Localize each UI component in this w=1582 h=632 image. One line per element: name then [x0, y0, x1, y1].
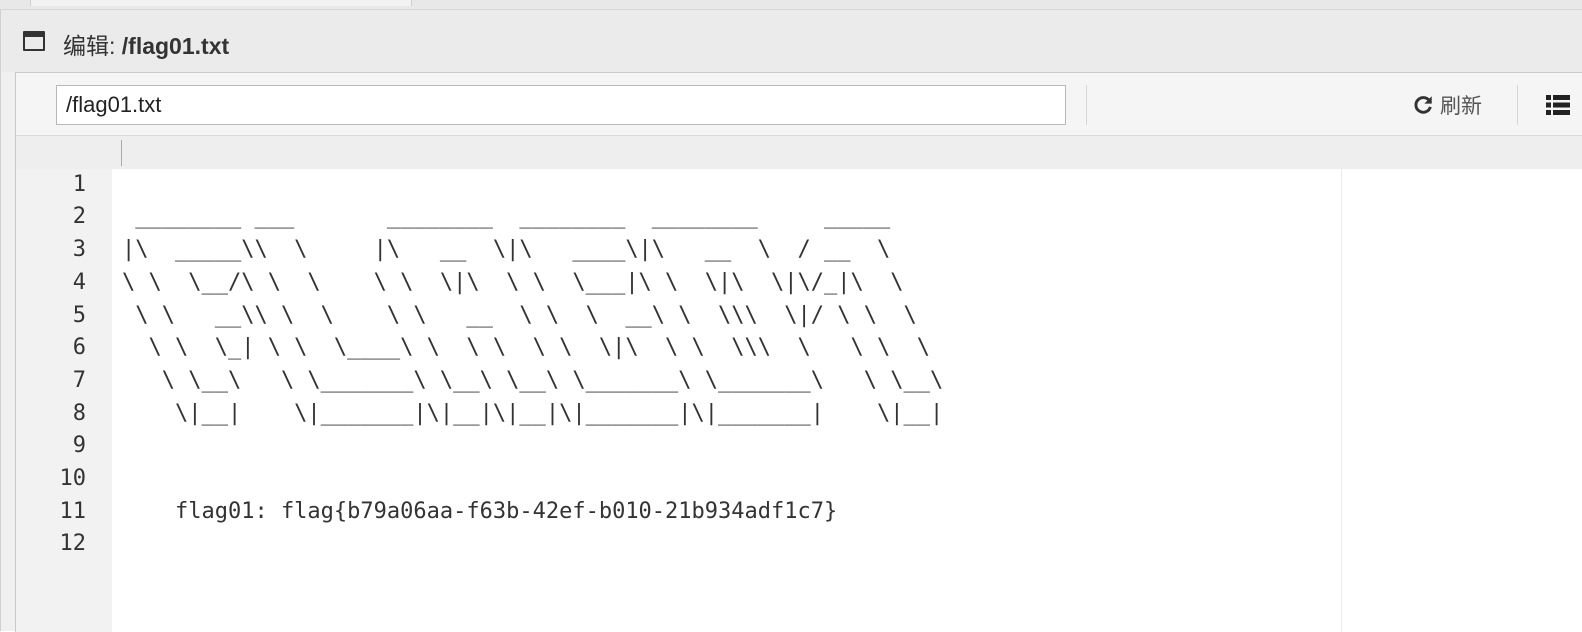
editor-line[interactable]: 11 — [16, 463, 1582, 524]
editor-frame: 刷新 1 ________ ___ ________ __ — [15, 72, 1582, 632]
editor-line[interactable]: 4 \ \ __\\ \ \ \ \ __ \ \ \ __\ \ \\\ \|… — [16, 234, 1582, 328]
dialog-title-bar[interactable]: 编辑: /flag01.txt — [1, 10, 1582, 72]
text-cursor — [121, 140, 122, 166]
dialog-title-path: /flag01.txt — [121, 33, 230, 59]
code-editor[interactable]: 1 ________ ___ ________ ________ _______… — [16, 136, 1582, 632]
editor-line[interactable]: 6 \ \__\ \ \_______\ \__\ \__\ \_______\… — [16, 300, 1582, 393]
editor-line[interactable]: 1 ________ ___ ________ ________ _______… — [16, 136, 1582, 229]
line-number: 12 — [59, 531, 87, 557]
dialog-title: 编辑: /flag01.txt — [63, 27, 229, 61]
dialog-title-prefix: 编辑: — [63, 33, 122, 59]
editor-dialog: 编辑: /flag01.txt 刷新 — [0, 10, 1582, 632]
editor-line[interactable]: 10 flag01: flag{b79a06aa-f63b-42ef-b010-… — [16, 430, 1582, 524]
refresh-icon — [1412, 94, 1434, 116]
editor-line[interactable]: 8 — [16, 365, 1582, 426]
list-icon[interactable] — [1546, 95, 1570, 119]
refresh-label: 刷新 — [1440, 95, 1482, 118]
window-icon — [23, 31, 45, 51]
top-tab-strip — [0, 0, 1582, 10]
refresh-button[interactable]: 刷新 — [1412, 87, 1482, 123]
file-path-input[interactable] — [56, 85, 1066, 125]
background-tab[interactable] — [30, 0, 412, 6]
editor-line[interactable]: 3 \ \ \__/\ \ \ \ \ \|\ \ \ \___|\ \ \|\… — [16, 201, 1582, 295]
toolbar-divider — [1517, 85, 1518, 125]
editor-line[interactable]: 5 \ \ \_| \ \ \____\ \ \ \ \ \ \|\ \ \ \… — [16, 267, 1582, 361]
editor-line[interactable]: 2 |\ _____\\ \ |\ __ \|\ ____\|\ __ \ / … — [16, 169, 1582, 262]
editor-line[interactable]: 9 — [16, 398, 1582, 458]
editor-line[interactable]: 12 — [16, 496, 1582, 556]
editor-line[interactable]: 7 \|__| \|_______|\|__|\|__|\|_______|\|… — [16, 332, 1582, 426]
editor-toolbar: 刷新 — [16, 73, 1582, 136]
toolbar-divider — [1086, 85, 1087, 125]
